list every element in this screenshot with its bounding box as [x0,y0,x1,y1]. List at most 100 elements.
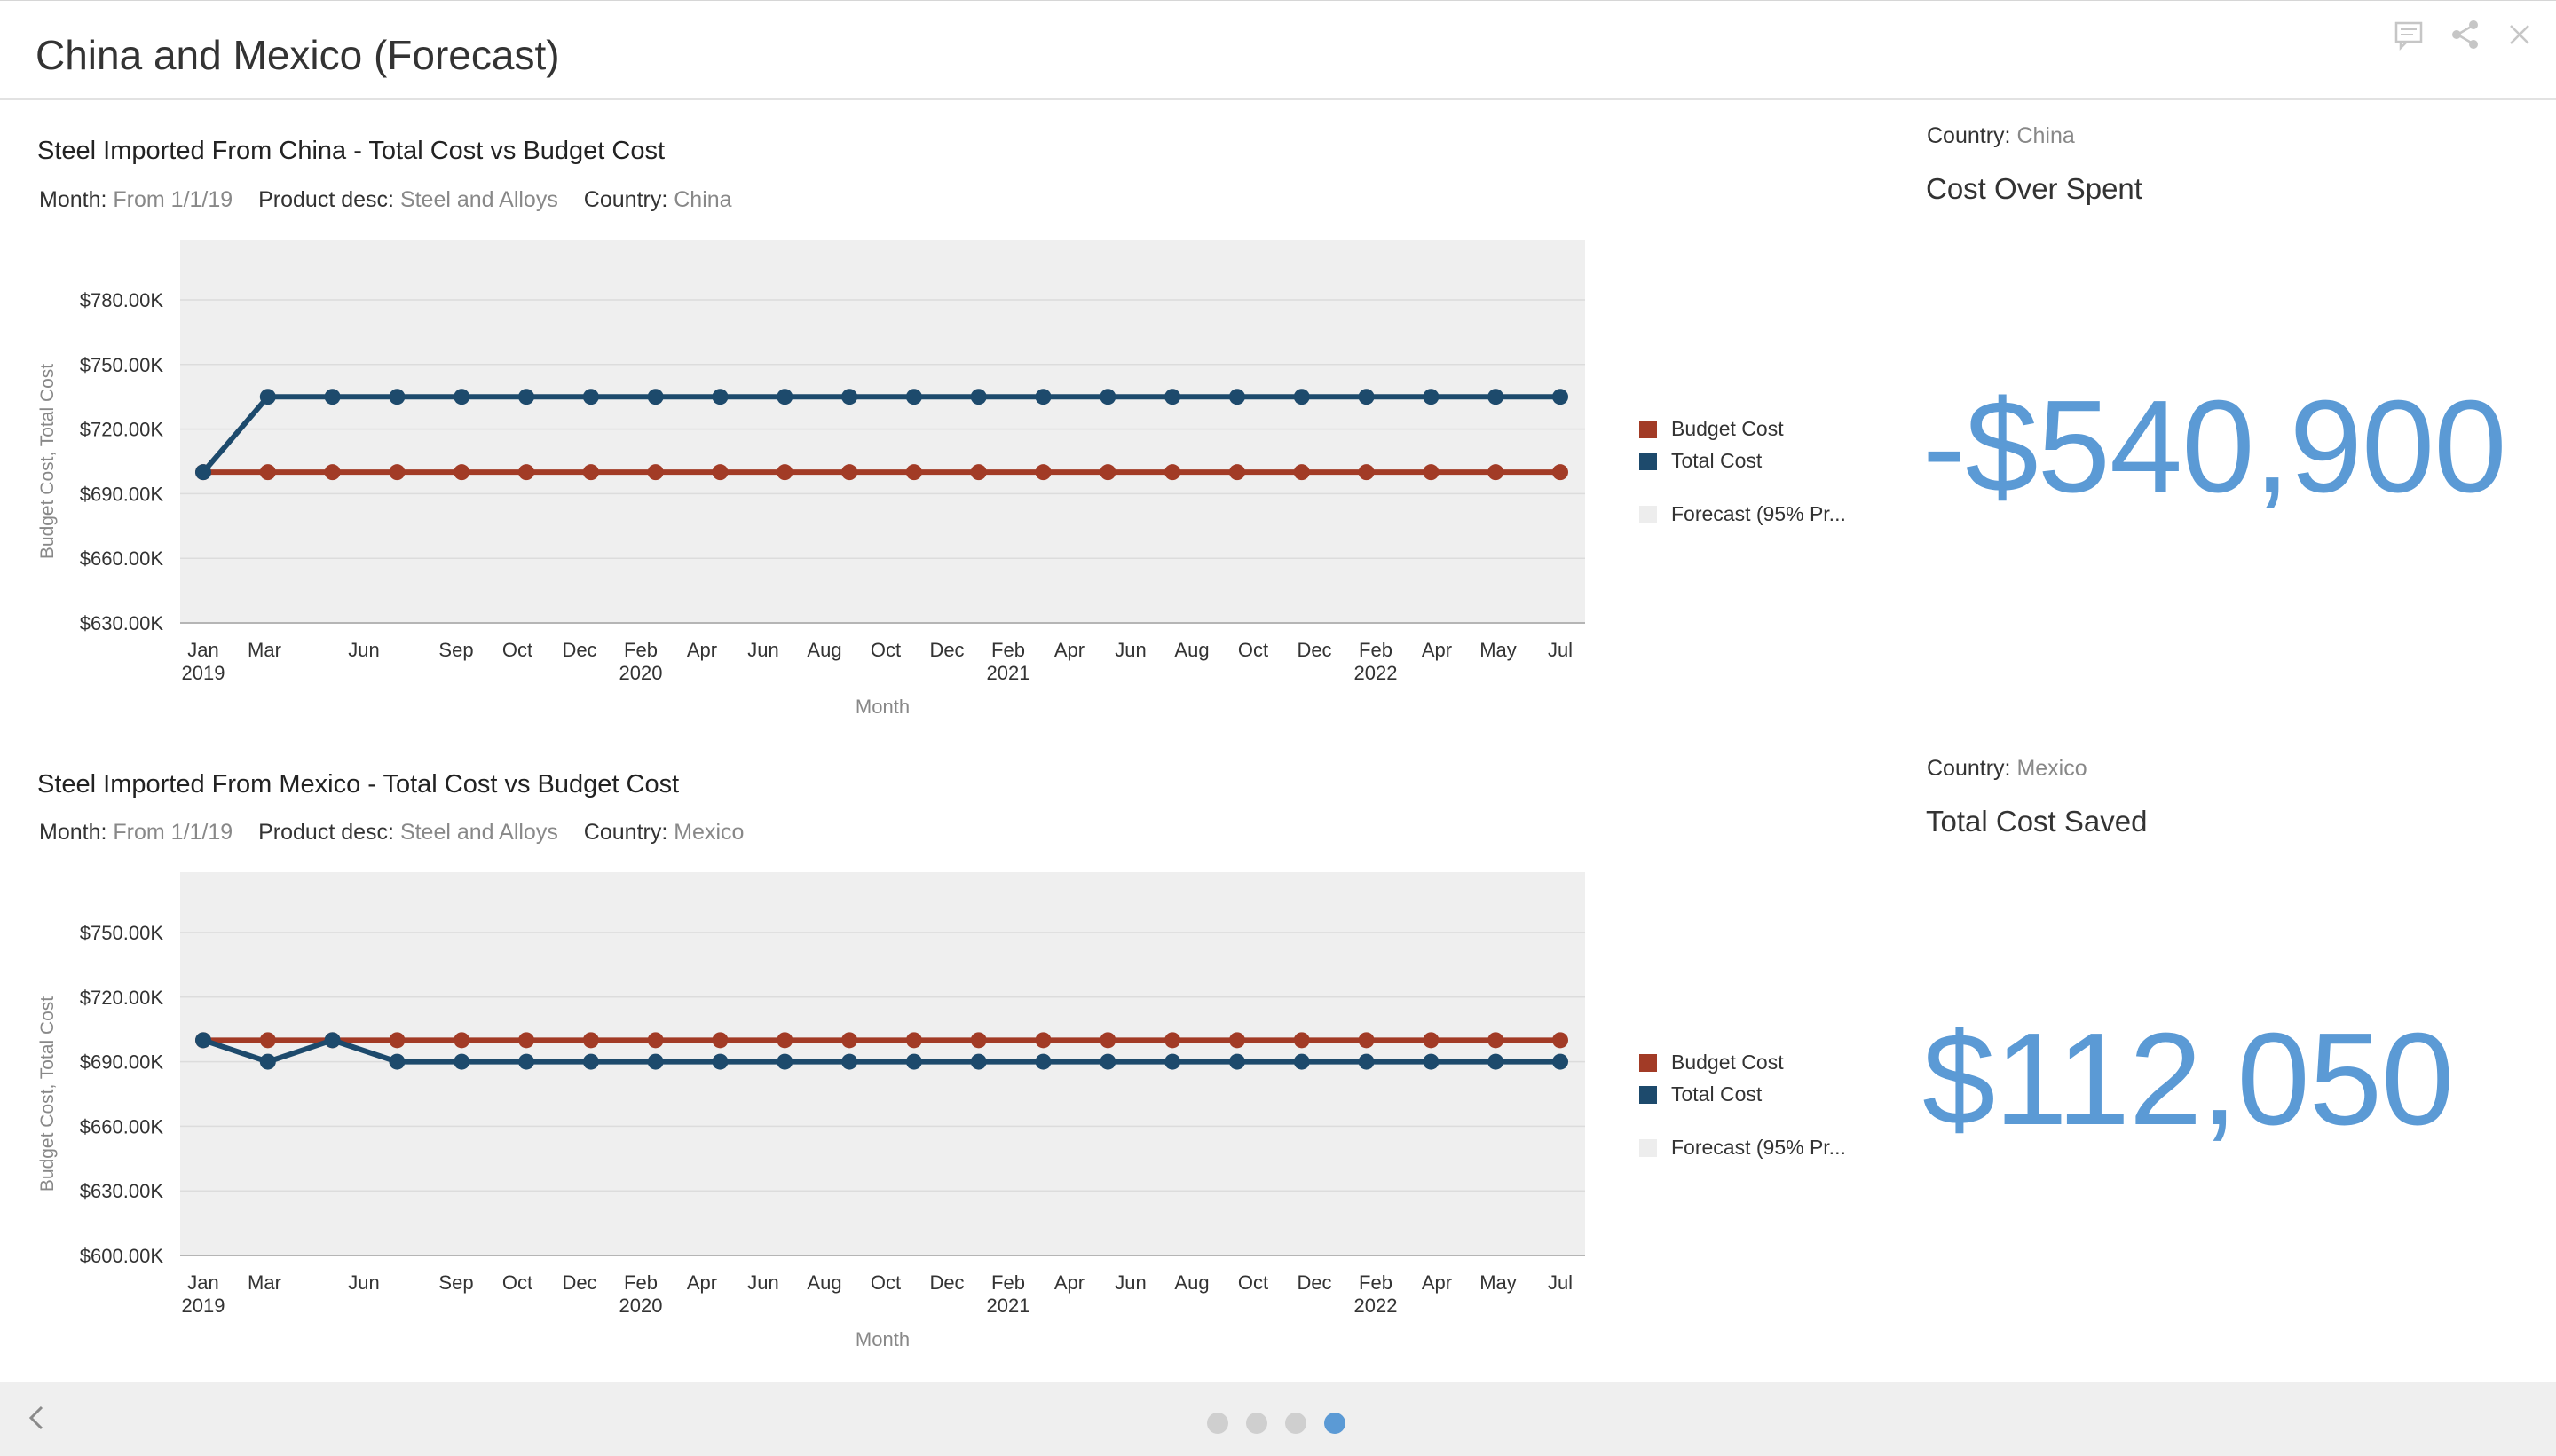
data-point-total[interactable] [1164,389,1181,405]
data-point-budget[interactable] [841,1032,858,1049]
page-dot-2[interactable] [1246,1413,1267,1434]
data-point-budget[interactable] [841,464,858,481]
line-chart-mexico[interactable]: $750.00K $720.00K $690.00K $660.00K $630.00K… [0,865,1899,1362]
data-point-budget[interactable] [970,464,987,481]
data-point-budget[interactable] [389,1032,406,1049]
data-point-total[interactable] [1487,389,1504,405]
data-point-total[interactable] [905,1053,922,1070]
data-point-budget[interactable] [259,1032,276,1049]
data-point-total[interactable] [1358,1053,1375,1070]
data-point-budget[interactable] [518,464,535,481]
data-point-total[interactable] [712,1053,729,1070]
data-point-total[interactable] [324,1032,341,1049]
data-point-total[interactable] [777,389,793,405]
filter-value[interactable]: From 1/1/19 [113,187,233,212]
data-point-budget[interactable] [712,1032,729,1049]
filter-value[interactable]: Mexico [2016,756,2087,781]
data-point-budget[interactable] [1228,1032,1245,1049]
filter-value[interactable]: Steel and Alloys [400,187,558,212]
data-point-budget[interactable] [1293,1032,1310,1049]
filter-value[interactable]: Steel and Alloys [400,820,558,845]
data-point-total[interactable] [1552,389,1568,405]
data-point-budget[interactable] [970,1032,987,1049]
data-point-budget[interactable] [712,464,729,481]
data-point-budget[interactable] [582,1032,599,1049]
data-point-budget[interactable] [389,464,406,481]
data-point-total[interactable] [647,1053,664,1070]
data-point-total[interactable] [1487,1053,1504,1070]
data-point-total[interactable] [970,1053,987,1070]
filter-value[interactable]: From 1/1/19 [113,820,233,845]
page-dot-3[interactable] [1285,1413,1306,1434]
data-point-total[interactable] [712,389,729,405]
data-point-total[interactable] [518,389,535,405]
data-point-total[interactable] [324,389,341,405]
data-point-budget[interactable] [454,1032,470,1049]
data-point-budget[interactable] [1293,464,1310,481]
data-point-total[interactable] [454,1053,470,1070]
filter-value[interactable]: Mexico [674,820,744,845]
comment-icon[interactable] [2391,17,2426,52]
data-point-budget[interactable] [647,1032,664,1049]
data-point-total[interactable] [1228,389,1245,405]
data-point-total[interactable] [389,1053,406,1070]
close-icon[interactable] [2502,17,2537,52]
data-point-budget[interactable] [1487,464,1504,481]
data-point-budget[interactable] [1100,1032,1116,1049]
data-point-total[interactable] [1423,1053,1440,1070]
data-point-budget[interactable] [777,1032,793,1049]
page-dot-1[interactable] [1207,1413,1228,1434]
data-point-budget[interactable] [1423,464,1440,481]
data-point-budget[interactable] [1552,1032,1568,1049]
data-point-budget[interactable] [259,464,276,481]
data-point-budget[interactable] [1164,464,1181,481]
share-icon[interactable] [2447,17,2482,52]
filter-value[interactable]: China [674,187,731,212]
data-point-total[interactable] [841,1053,858,1070]
data-point-total[interactable] [259,389,276,405]
back-arrow-icon[interactable] [20,1400,55,1436]
data-point-budget[interactable] [777,464,793,481]
data-point-budget[interactable] [1423,1032,1440,1049]
data-point-total[interactable] [454,389,470,405]
data-point-budget[interactable] [1100,464,1116,481]
data-point-budget[interactable] [1358,1032,1375,1049]
data-point-budget[interactable] [905,1032,922,1049]
data-point-total[interactable] [1358,389,1375,405]
data-point-total[interactable] [1035,1053,1052,1070]
data-point-total[interactable] [841,389,858,405]
data-point-total[interactable] [1164,1053,1181,1070]
data-point-total[interactable] [259,1053,276,1070]
data-point-budget[interactable] [518,1032,535,1049]
data-point-total[interactable] [647,389,664,405]
data-point-total[interactable] [389,389,406,405]
data-point-total[interactable] [970,389,987,405]
data-point-budget[interactable] [454,464,470,481]
data-point-budget[interactable] [1487,1032,1504,1049]
data-point-budget[interactable] [1035,464,1052,481]
data-point-total[interactable] [582,389,599,405]
data-point-total[interactable] [195,1032,211,1049]
data-point-budget[interactable] [1228,464,1245,481]
data-point-budget[interactable] [1164,1032,1181,1049]
data-point-total[interactable] [1035,389,1052,405]
data-point-total[interactable] [195,464,211,481]
data-point-budget[interactable] [324,464,341,481]
data-point-total[interactable] [905,389,922,405]
data-point-total[interactable] [1552,1053,1568,1070]
data-point-total[interactable] [777,1053,793,1070]
data-point-total[interactable] [1228,1053,1245,1070]
data-point-total[interactable] [518,1053,535,1070]
data-point-total[interactable] [582,1053,599,1070]
data-point-budget[interactable] [647,464,664,481]
data-point-budget[interactable] [1358,464,1375,481]
filter-value[interactable]: China [2016,123,2074,148]
data-point-total[interactable] [1100,389,1116,405]
data-point-total[interactable] [1423,389,1440,405]
data-point-budget[interactable] [905,464,922,481]
data-point-total[interactable] [1100,1053,1116,1070]
page-dot-4[interactable] [1324,1413,1345,1434]
data-point-budget[interactable] [1035,1032,1052,1049]
line-chart-china[interactable]: $780.00K $750.00K $720.00K $690.00K $660.00K… [0,232,1899,729]
data-point-budget[interactable] [582,464,599,481]
